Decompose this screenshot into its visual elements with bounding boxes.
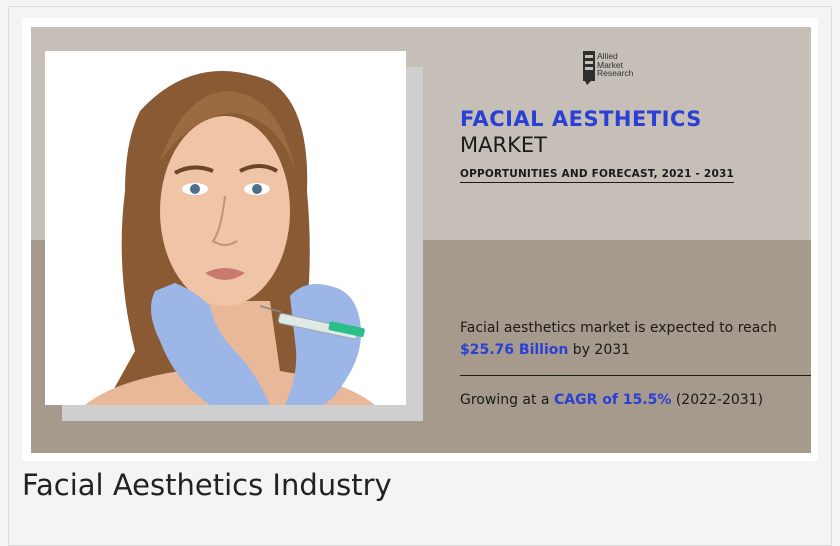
- logo-mark-icon: [583, 51, 595, 85]
- woman-injection-photo: [45, 51, 406, 405]
- logo-text: Allied Market Research: [597, 52, 633, 78]
- image-caption: Facial Aesthetics Industry: [22, 468, 392, 502]
- market-size-suffix: by 2031: [568, 342, 631, 358]
- banner-subtitle: MARKET: [460, 133, 547, 157]
- woman-portrait-illustration: [85, 71, 375, 405]
- banner-tagline: OPPORTUNITIES AND FORECAST, 2021 - 2031: [460, 168, 734, 183]
- logo-line-3: Research: [597, 68, 634, 78]
- cagr-prefix: Growing at a: [460, 392, 554, 408]
- market-size-value: $25.76 Billion: [460, 342, 569, 358]
- market-size-prefix: Facial aesthetics market is expected to …: [460, 320, 777, 336]
- market-size-statement: Facial aesthetics market is expected to …: [460, 317, 777, 361]
- allied-market-research-logo: Allied Market Research: [583, 51, 663, 89]
- cagr-statement: Growing at a CAGR of 15.5% (2022-2031): [460, 392, 763, 408]
- infographic-banner: Allied Market Research FACIAL AESTHETICS…: [31, 27, 811, 453]
- stats-divider: [460, 375, 811, 376]
- cagr-value: CAGR of 15.5%: [553, 392, 672, 408]
- cagr-suffix: (2022-2031): [671, 392, 764, 408]
- banner-title: FACIAL AESTHETICS: [460, 107, 702, 131]
